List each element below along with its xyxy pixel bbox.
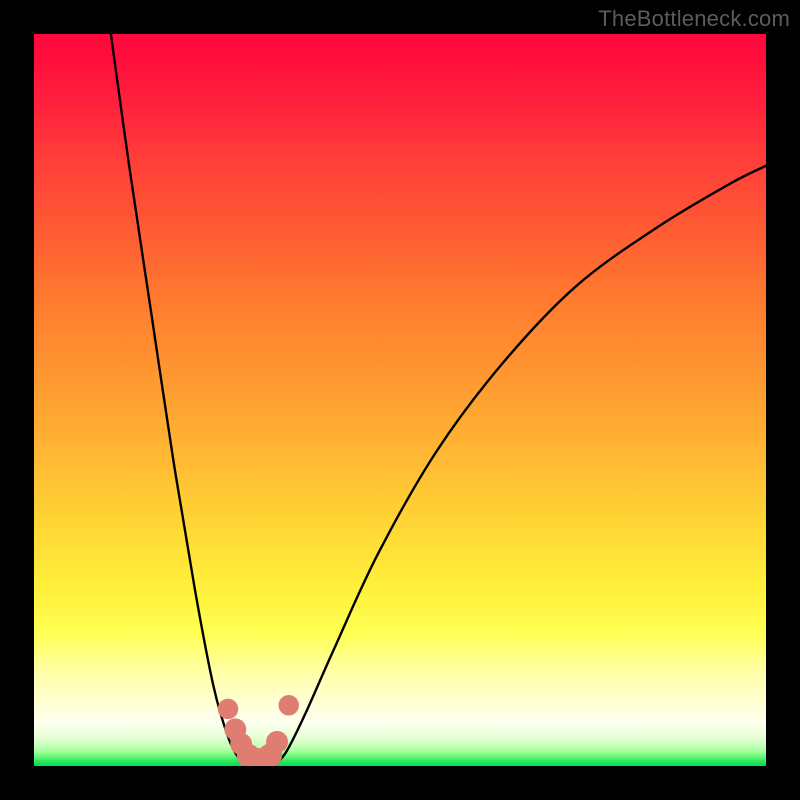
curve-left xyxy=(111,34,246,765)
highlight-dot xyxy=(278,695,299,716)
chart-frame: TheBottleneck.com xyxy=(0,0,800,800)
chart-plot-area xyxy=(34,34,766,766)
watermark-text: TheBottleneck.com xyxy=(598,6,790,32)
curve-right xyxy=(276,166,766,764)
highlight-dot xyxy=(266,731,288,753)
highlight-dot xyxy=(218,699,239,720)
chart-curve-layer xyxy=(34,34,766,766)
highlight-markers xyxy=(218,695,299,766)
